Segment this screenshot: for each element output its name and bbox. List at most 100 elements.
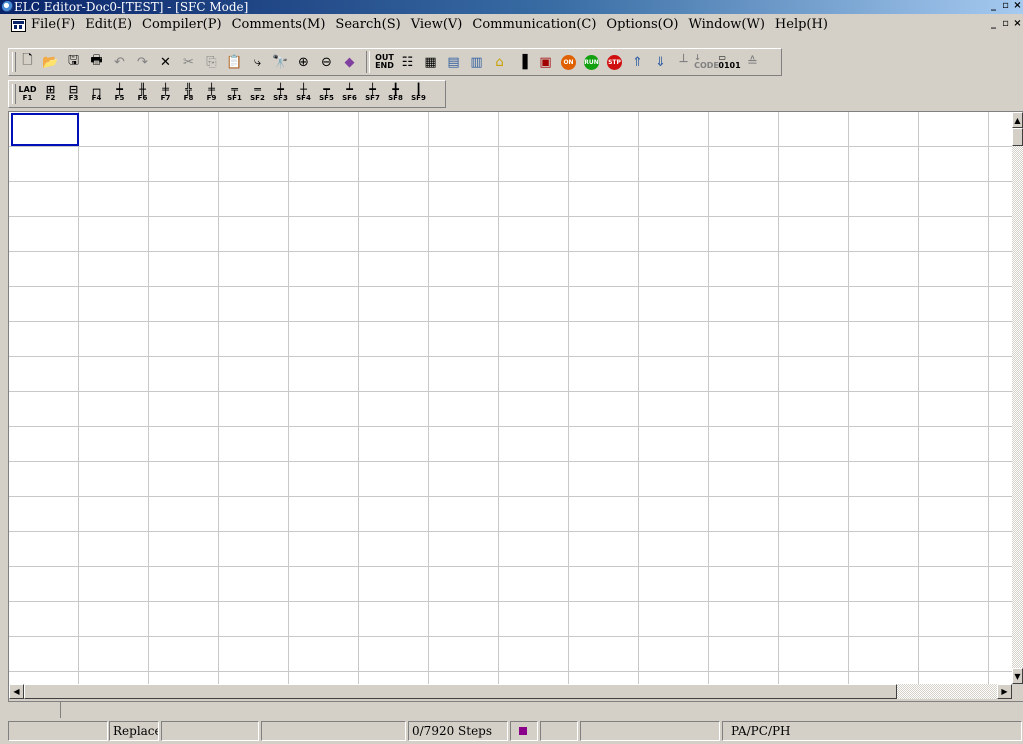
open-folder-icon[interactable]: 📂 [40, 51, 61, 73]
sfc-tool-symbol-icon: ┌┐ [89, 83, 104, 96]
new-file-icon[interactable]: 🗋 [17, 51, 38, 73]
status-pane-blank [540, 721, 578, 741]
scroll-down-button[interactable]: ▼ [1012, 668, 1023, 684]
menu-view[interactable]: View(V) [406, 15, 468, 35]
cell-cursor[interactable] [11, 113, 79, 146]
online-icon[interactable]: ON [558, 51, 579, 73]
sfc-tool-symbol-icon: ╪ [208, 83, 215, 96]
binary-icon[interactable]: ▭ 0101 [718, 51, 740, 73]
toolbar-separator [366, 51, 370, 73]
menu-edit[interactable]: Edit(E) [80, 15, 137, 35]
paste-special-icon[interactable]: ⤷ [247, 51, 268, 73]
sfc-tool-sf4-button[interactable]: ┼ SF4 [293, 83, 314, 105]
sfc-tool-sf8-button[interactable]: ╋ SF8 [385, 83, 406, 105]
compile-icon[interactable]: ▦ [420, 51, 441, 73]
sfc-tool-key-label: SF1 [227, 94, 242, 102]
status-pane-blank [8, 721, 108, 741]
status-plc-type: PA/PC/PH [722, 721, 1022, 741]
code-icon[interactable]: ↓ CODE [694, 51, 719, 73]
contact-icon[interactable]: ┴ [673, 51, 694, 73]
redo-icon[interactable]: ↷ [132, 51, 153, 73]
scroll-up-button[interactable]: ▲ [1012, 112, 1023, 128]
vertical-scrollbar[interactable]: ▲ ▼ [1012, 112, 1023, 684]
zoom-out-icon[interactable]: ⊖ [316, 51, 337, 73]
sfc-tool-f6-button[interactable]: ╫ F6 [132, 83, 153, 105]
zoom-in-icon[interactable]: ⊕ [293, 51, 314, 73]
delete-icon[interactable]: ✕ [155, 51, 176, 73]
vertical-scroll-thumb[interactable] [1012, 128, 1023, 146]
sfc-tool-key-label: F9 [206, 94, 217, 102]
sfc-tool-symbol-icon: ┿ [369, 83, 376, 96]
menu-file[interactable]: File(F) [26, 15, 80, 35]
download-icon[interactable]: ⇓ [650, 51, 671, 73]
sfc-tool-symbol-icon: ┷ [346, 83, 353, 96]
horizontal-scroll-thumb[interactable] [24, 684, 897, 699]
sfc-tool-f8-button[interactable]: ╬ F8 [178, 83, 199, 105]
sfc-tool-key-label: SF6 [342, 94, 357, 102]
menu-compiler[interactable]: Compiler(P) [137, 15, 227, 35]
sfc-tool-f5-button[interactable]: ┿ F5 [109, 83, 130, 105]
find-icon[interactable]: 🔭 [270, 51, 291, 73]
status-indicator-pane [510, 721, 538, 741]
undo-icon[interactable]: ↶ [109, 51, 130, 73]
sfc-tool-symbol-icon: ╫ [139, 83, 146, 96]
ladder-icon[interactable]: ☷ [397, 51, 418, 73]
menu-comments[interactable]: Comments(M) [227, 15, 331, 35]
stop-icon[interactable]: STP [604, 51, 625, 73]
sfc-tool-key-label: F4 [91, 94, 102, 102]
sfc-tool-sf1-button[interactable]: ╤ SF1 [224, 83, 245, 105]
copy-icon[interactable]: ⎘ [201, 51, 222, 73]
menu-options[interactable]: Options(O) [601, 15, 683, 35]
sfc-tool-f2-button[interactable]: ⊞ F2 [40, 83, 61, 105]
scroll-left-button[interactable]: ◀ [9, 684, 24, 699]
cut-icon[interactable]: ✂ [178, 51, 199, 73]
sfc-tool-sf9-button[interactable]: ┃ SF9 [408, 83, 429, 105]
sfc-tool-f1-button[interactable]: LAD F1 [17, 83, 38, 105]
run-icon[interactable]: RUN [581, 51, 602, 73]
sfc-tool-key-label: SF4 [296, 94, 311, 102]
settings-icon[interactable]: ≙ [742, 51, 763, 73]
print-icon[interactable]: 🖶 [86, 51, 107, 73]
device-monitor-icon[interactable]: ▤ [443, 51, 464, 73]
io-icon[interactable]: ▐ [512, 51, 533, 73]
status-strip [8, 701, 1023, 718]
scroll-right-button[interactable]: ▶ [997, 684, 1012, 699]
sfc-tool-sf2-button[interactable]: ═ SF2 [247, 83, 268, 105]
sfc-tool-symbol-icon: ⊟ [68, 83, 79, 96]
sfc-tool-sf3-button[interactable]: ┿ SF3 [270, 83, 291, 105]
restore-button[interactable]: ▫ [1000, 1, 1011, 12]
status-pane-blank [580, 721, 720, 741]
menu-search[interactable]: Search(S) [330, 15, 405, 35]
register-icon[interactable]: ▥ [466, 51, 487, 73]
menu-window[interactable]: Window(W) [683, 15, 769, 35]
doc-restore-button[interactable]: ▫ [1000, 19, 1011, 30]
plc-icon[interactable]: ▣ [535, 51, 556, 73]
sfc-tool-key-label: SF3 [273, 94, 288, 102]
status-bar: Replace 0/7920 Steps PA/PC/PH [8, 721, 1023, 743]
sfc-tool-f7-button[interactable]: ╪ F7 [155, 83, 176, 105]
sfc-tool-key-label: F2 [45, 94, 56, 102]
menu-help[interactable]: Help(H) [770, 15, 833, 35]
close-button[interactable]: × [1012, 1, 1023, 12]
sfc-tool-f4-button[interactable]: ┌┐ F4 [86, 83, 107, 105]
sfc-tool-key-label: SF8 [388, 94, 403, 102]
save-icon[interactable]: 🖫 [63, 51, 84, 73]
tag-icon[interactable]: ⌂ [489, 51, 510, 73]
sfc-tool-f9-button[interactable]: ╪ F9 [201, 83, 222, 105]
eraser-icon[interactable]: ◆ [339, 51, 360, 73]
horizontal-scrollbar[interactable]: ◀ ▶ [9, 684, 1012, 699]
minimize-button[interactable]: _ [988, 1, 999, 12]
doc-minimize-button[interactable]: _ [988, 19, 999, 30]
document-icon[interactable] [11, 19, 26, 32]
sfc-grid-canvas[interactable] [9, 112, 1012, 684]
sfc-tool-f3-button[interactable]: ⊟ F3 [63, 83, 84, 105]
upload-icon[interactable]: ⇑ [627, 51, 648, 73]
sfc-tool-sf6-button[interactable]: ┷ SF6 [339, 83, 360, 105]
out-end-icon[interactable]: OUT END [374, 51, 395, 73]
doc-close-button[interactable]: × [1012, 19, 1023, 30]
sfc-tool-sf7-button[interactable]: ┿ SF7 [362, 83, 383, 105]
sfc-tool-sf5-button[interactable]: ┯ SF5 [316, 83, 337, 105]
menu-communication[interactable]: Communication(C) [467, 15, 601, 35]
sfc-tool-symbol-icon: ╋ [392, 83, 399, 96]
paste-icon[interactable]: 📋 [224, 51, 245, 73]
